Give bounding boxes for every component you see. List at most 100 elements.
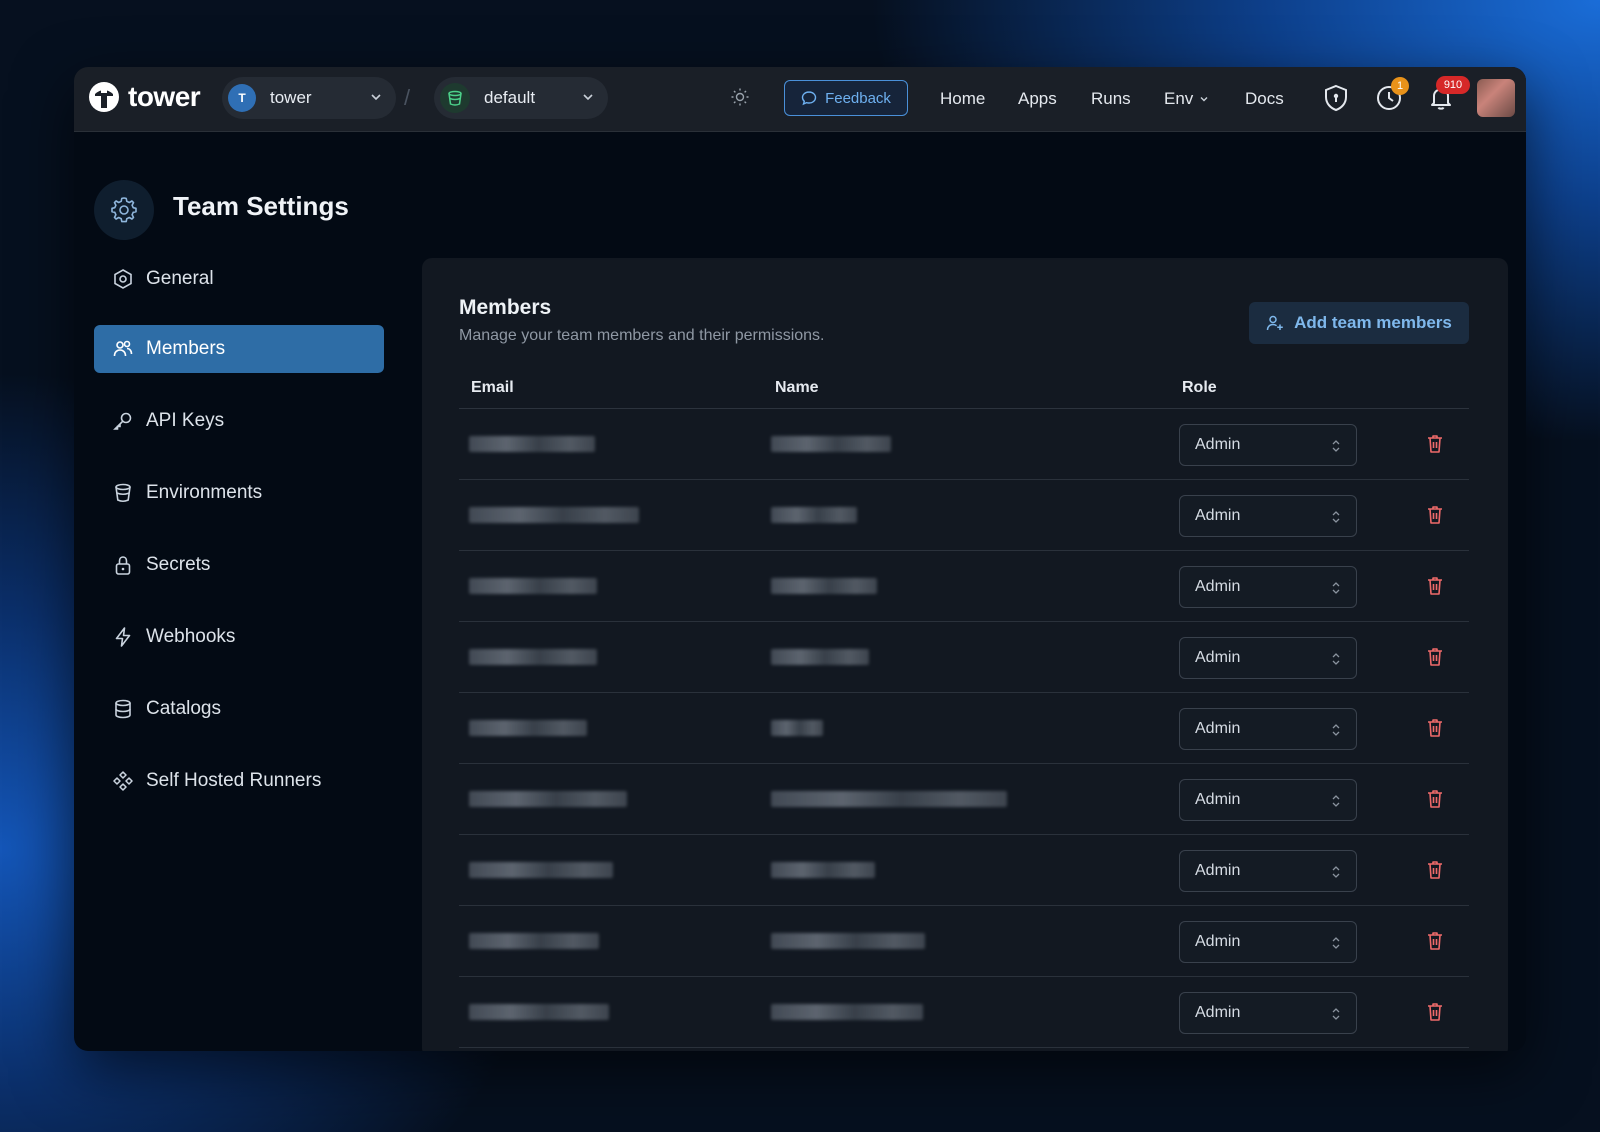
redacted-name [771, 791, 1007, 807]
team-avatar: T [228, 84, 256, 112]
column-header-role: Role [1182, 379, 1217, 396]
breadcrumb-separator: / [404, 85, 411, 110]
redacted-email [469, 507, 639, 523]
redacted-email [469, 578, 597, 594]
role-select-value: Admin [1195, 791, 1241, 808]
top-bar: tower T tower / default Feedback Home Ap… [74, 67, 1526, 132]
sidebar-item-label: API Keys [146, 410, 225, 431]
redacted-email [469, 862, 613, 878]
sidebar-item-members[interactable]: Members [94, 325, 384, 373]
trash-icon[interactable] [1425, 433, 1445, 455]
sidebar-item-label: Members [146, 338, 226, 359]
team-selector[interactable]: T tower [222, 77, 396, 119]
chevron-up-down-icon [1332, 795, 1340, 807]
role-select-value: Admin [1195, 578, 1241, 595]
role-select-value: Admin [1195, 436, 1241, 453]
sidebar-item-label: Environments [146, 482, 263, 503]
notifications-count-badge: 910 [1436, 76, 1470, 94]
chevron-up-down-icon [1332, 1008, 1340, 1020]
role-select-value: Admin [1195, 507, 1241, 524]
environment-selector[interactable]: default [434, 77, 608, 119]
shield-icon[interactable] [1323, 84, 1349, 112]
redacted-name [771, 507, 857, 523]
redacted-name [771, 436, 891, 452]
sidebar-item-secrets[interactable]: Secrets [94, 541, 384, 589]
theme-toggle-sun-icon[interactable] [730, 87, 750, 107]
table-row: Admin [459, 551, 1469, 622]
members-subtitle: Manage your team members and their permi… [459, 327, 825, 344]
redacted-email [469, 933, 599, 949]
members-panel: Members Manage your team members and the… [422, 258, 1508, 1051]
role-select[interactable]: Admin [1179, 424, 1357, 466]
chevron-up-down-icon [1332, 440, 1340, 452]
app-window: tower T tower / default Feedback Home Ap… [74, 67, 1526, 1051]
nav-home[interactable]: Home [940, 89, 985, 109]
trash-icon[interactable] [1425, 1001, 1445, 1023]
sidebar-item-self-hosted-runners[interactable]: Self Hosted Runners [94, 757, 384, 805]
trash-icon[interactable] [1425, 788, 1445, 810]
trash-icon[interactable] [1425, 930, 1445, 952]
gear-icon [111, 197, 137, 223]
sidebar-item-label: Secrets [146, 554, 211, 575]
chevron-up-down-icon [1332, 582, 1340, 594]
bucket-icon [440, 83, 470, 113]
add-team-members-button[interactable]: Add team members [1249, 302, 1469, 344]
logo[interactable]: tower [88, 81, 201, 113]
feedback-button[interactable]: Feedback [784, 80, 908, 116]
role-select[interactable]: Admin [1179, 779, 1357, 821]
role-select[interactable]: Admin [1179, 566, 1357, 608]
table-row: Admin [459, 622, 1469, 693]
trash-icon[interactable] [1425, 717, 1445, 739]
redacted-email [469, 649, 597, 665]
role-select[interactable]: Admin [1179, 495, 1357, 537]
table-row: Admin [459, 977, 1469, 1048]
members-title: Members [459, 296, 552, 319]
runs-count-badge: 1 [1391, 77, 1409, 95]
nav-docs[interactable]: Docs [1245, 89, 1284, 109]
column-header-name: Name [775, 379, 819, 396]
nav-runs[interactable]: Runs [1091, 89, 1131, 109]
table-row: Admin [459, 764, 1469, 835]
trash-icon[interactable] [1425, 859, 1445, 881]
nav-env-label: Env [1164, 89, 1194, 108]
sidebar-item-environments[interactable]: Environments [94, 469, 384, 517]
sidebar-item-api-keys[interactable]: API Keys [94, 397, 384, 445]
nav-apps[interactable]: Apps [1018, 89, 1057, 109]
trash-icon[interactable] [1425, 504, 1445, 526]
role-select-value: Admin [1195, 720, 1241, 737]
redacted-name [771, 578, 877, 594]
chevron-up-down-icon [1332, 937, 1340, 949]
trash-icon[interactable] [1425, 646, 1445, 668]
sidebar-item-webhooks[interactable]: Webhooks [94, 613, 384, 661]
redacted-name [771, 1004, 923, 1020]
chevron-up-down-icon [1332, 866, 1340, 878]
role-select[interactable]: Admin [1179, 921, 1357, 963]
role-select[interactable]: Admin [1179, 850, 1357, 892]
role-select-value: Admin [1195, 862, 1241, 879]
logo-text: tower [128, 81, 201, 112]
nav-env[interactable]: Env [1164, 89, 1210, 109]
chevron-up-down-icon [1332, 653, 1340, 665]
sidebar-item-general[interactable]: General [94, 255, 384, 303]
redacted-name [771, 649, 869, 665]
redacted-email [469, 791, 627, 807]
user-plus-icon [1266, 315, 1283, 331]
feedback-label: Feedback [825, 89, 891, 107]
key-icon [113, 412, 132, 430]
role-select-value: Admin [1195, 1004, 1241, 1021]
role-select[interactable]: Admin [1179, 992, 1357, 1034]
lock-icon [115, 556, 131, 575]
redacted-email [469, 1004, 609, 1020]
redacted-email [469, 720, 587, 736]
sidebar-item-catalogs[interactable]: Catalogs [94, 685, 384, 733]
trash-icon[interactable] [1425, 575, 1445, 597]
add-team-members-label: Add team members [1294, 313, 1452, 332]
role-select-value: Admin [1195, 649, 1241, 666]
chevron-down-icon [1200, 97, 1208, 102]
redacted-email [469, 436, 595, 452]
role-select[interactable]: Admin [1179, 708, 1357, 750]
column-header-email: Email [471, 379, 514, 396]
user-avatar[interactable] [1477, 79, 1515, 117]
bucket-icon [115, 483, 131, 503]
role-select[interactable]: Admin [1179, 637, 1357, 679]
